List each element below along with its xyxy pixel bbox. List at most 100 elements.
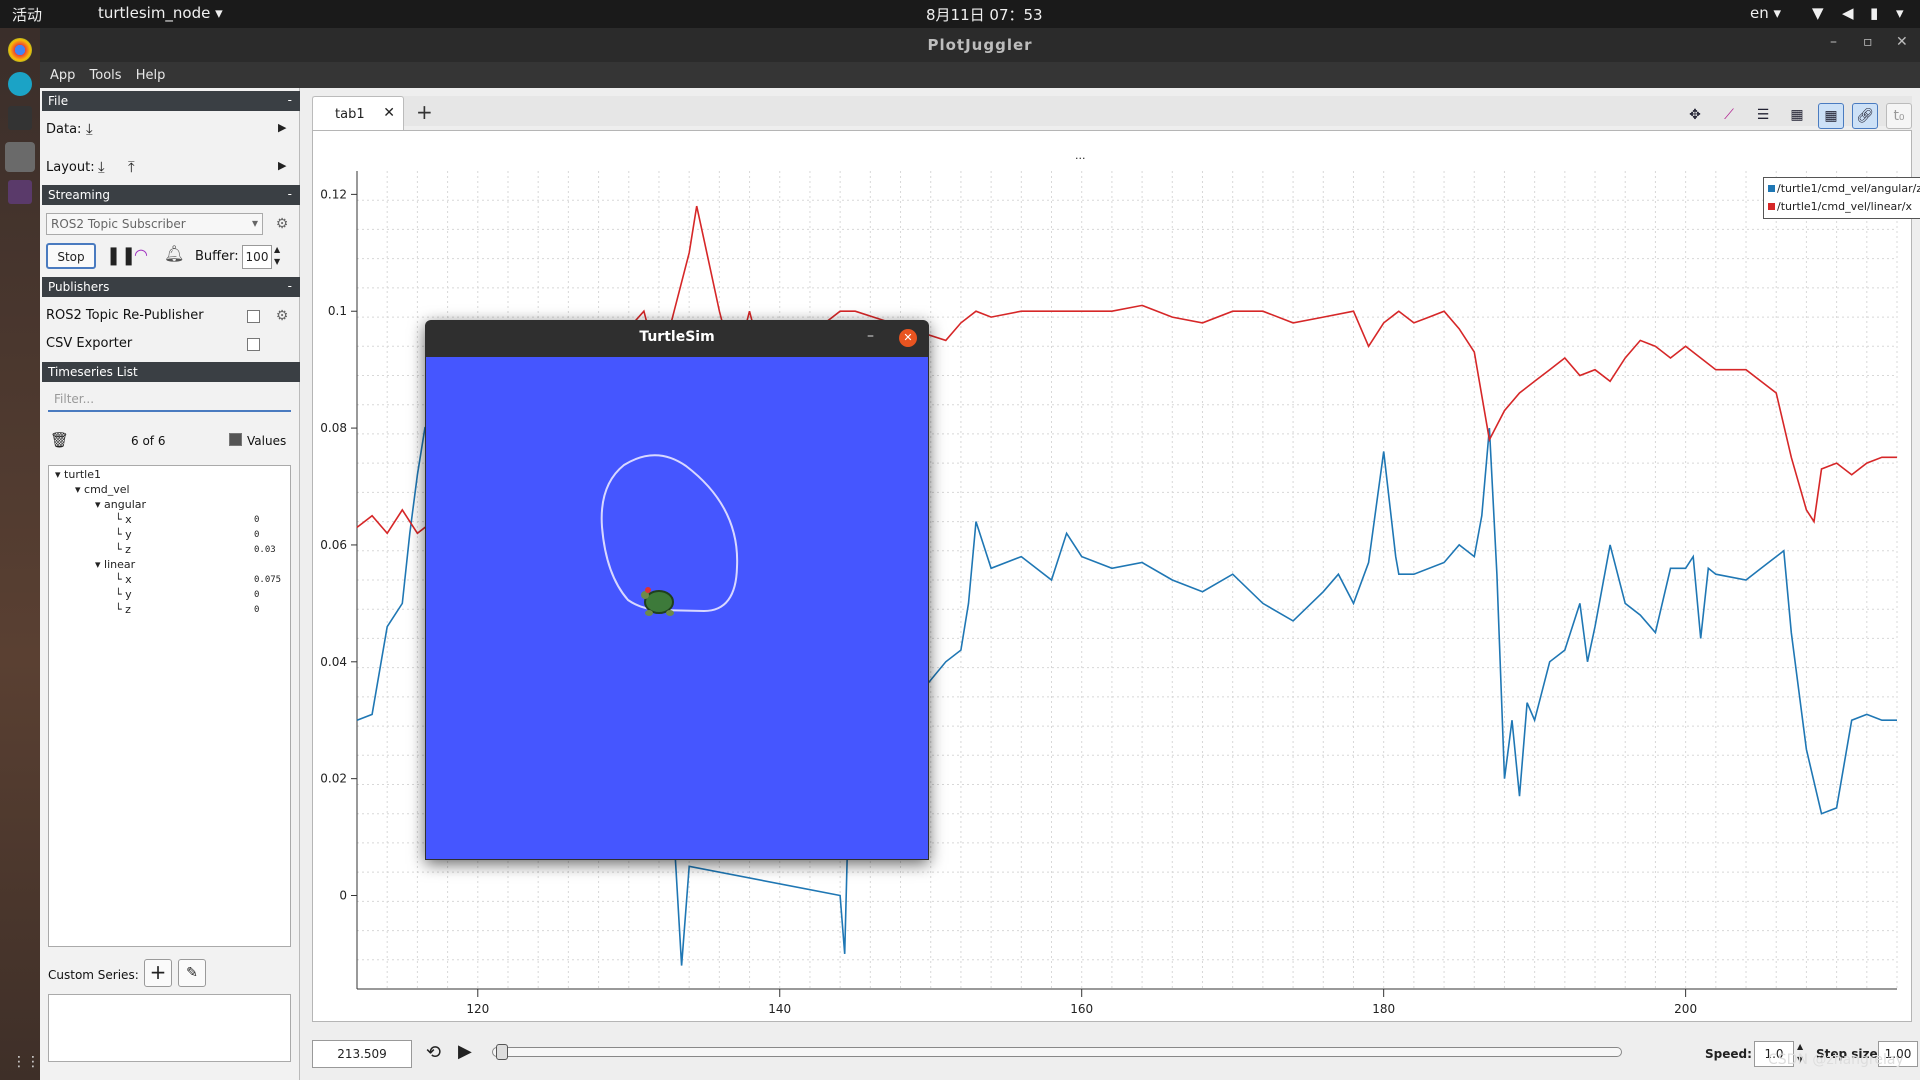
timeseries-section-header[interactable]: Timeseries List bbox=[42, 362, 300, 382]
time-slider-handle[interactable] bbox=[496, 1044, 508, 1060]
time-offset-icon[interactable]: t₀ bbox=[1886, 103, 1912, 129]
load-layout-icon[interactable]: ⤓ bbox=[98, 158, 105, 176]
notification-bell-icon[interactable]: 🔔︎ bbox=[164, 244, 184, 263]
tree-node-angular-x[interactable]: └ x bbox=[115, 513, 132, 526]
legend-list-icon[interactable]: ☰ bbox=[1750, 103, 1776, 129]
x-tick-label: 120 bbox=[466, 1002, 489, 1016]
menu-tools[interactable]: Tools bbox=[90, 68, 122, 83]
collapse-icon[interactable]: - bbox=[288, 93, 292, 107]
current-time-field[interactable]: 213.509 bbox=[312, 1040, 412, 1068]
collapse-icon[interactable]: - bbox=[288, 187, 292, 201]
buffer-input[interactable]: 100 bbox=[242, 245, 272, 269]
timeseries-tree[interactable]: ▾ turtle1 ▾ cmd_vel ▾ angular └ x 0 └ y … bbox=[48, 465, 291, 947]
tree-node-linear-y[interactable]: └ y bbox=[115, 588, 132, 601]
language-indicator[interactable]: en ▾ bbox=[1750, 4, 1781, 22]
publishers-section-header[interactable]: Publishers - bbox=[42, 277, 300, 297]
publisher-ros2-label: ROS2 Topic Re-Publisher bbox=[46, 308, 204, 323]
stream-signal-icon[interactable]: ◠ bbox=[134, 245, 148, 264]
tree-label: x bbox=[125, 513, 132, 526]
close-icon[interactable]: ✕ bbox=[1896, 34, 1908, 50]
legend-item-linear-x[interactable]: /turtle1/cmd_vel/linear/x bbox=[1768, 200, 1912, 213]
y-tick-label: 0.1 bbox=[328, 304, 347, 318]
tab-bar: tab1 ✕ + ✥ ⟋ ☰ ▦ ▦ 🔗︎ t₀ 1:1 bbox=[312, 96, 1912, 130]
layout-expand-arrow-icon[interactable]: ▶ bbox=[278, 159, 286, 172]
timeseries-filter-input[interactable]: Filter... bbox=[48, 388, 291, 412]
collapse-icon[interactable]: - bbox=[288, 279, 292, 293]
xy-plot-icon[interactable]: ⟋ bbox=[1716, 103, 1742, 129]
arduino-icon[interactable] bbox=[8, 72, 32, 96]
tree-node-linear-z[interactable]: └ z bbox=[115, 603, 131, 616]
minimize-icon[interactable]: – bbox=[1830, 34, 1837, 50]
system-menu-chevron-icon[interactable]: ▾ bbox=[1896, 4, 1904, 22]
chevron-down-icon: ▾ bbox=[215, 4, 223, 22]
stop-streaming-button[interactable]: Stop bbox=[46, 243, 96, 269]
move-pan-icon[interactable]: ✥ bbox=[1682, 103, 1708, 129]
pause-icon[interactable]: ❚❚ bbox=[106, 245, 136, 266]
plot-dots: ... bbox=[1075, 149, 1086, 162]
speed-label: Speed: bbox=[1705, 1047, 1752, 1061]
turtle-trail bbox=[600, 454, 739, 616]
save-layout-icon[interactable]: ⤒ bbox=[128, 158, 135, 176]
tree-node-angular-y[interactable]: └ y bbox=[115, 528, 132, 541]
maximize-icon[interactable]: ▫ bbox=[1863, 34, 1873, 50]
grid-toggle-icon[interactable]: ▦ bbox=[1818, 103, 1844, 129]
time-slider[interactable] bbox=[492, 1047, 1622, 1057]
tree-value: 0 bbox=[254, 590, 260, 600]
plot-legend[interactable]: /turtle1/cmd_vel/angular/z /turtle1/cmd_… bbox=[1763, 177, 1920, 219]
clock[interactable]: 8月11日 07：53 bbox=[926, 4, 1043, 25]
volume-icon[interactable]: ◀ bbox=[1842, 4, 1854, 22]
edit-custom-series-pencil-icon[interactable]: ✎ bbox=[178, 959, 206, 987]
streaming-settings-gear-icon[interactable]: ⚙ bbox=[274, 216, 290, 232]
app-menu[interactable]: turtlesim_node ▾ bbox=[98, 4, 223, 22]
publisher-settings-gear-icon[interactable]: ⚙ bbox=[274, 308, 290, 324]
tree-node-linear[interactable]: ▾ linear bbox=[95, 558, 135, 571]
delete-trash-icon[interactable]: 🗑︎ bbox=[50, 431, 69, 449]
streaming-source-value: ROS2 Topic Subscriber bbox=[51, 217, 186, 231]
tree-node-angular[interactable]: ▾ angular bbox=[95, 498, 146, 511]
calendar-clock-icon[interactable]: ▦ bbox=[1784, 103, 1810, 129]
tree-value: 0.03 bbox=[254, 545, 276, 555]
turtlesim-minimize-icon[interactable]: – bbox=[867, 328, 874, 344]
load-data-icon[interactable]: ⤓ bbox=[86, 120, 93, 138]
turtlesim-window[interactable]: TurtleSim – ✕ bbox=[425, 320, 929, 860]
loop-icon[interactable]: ⟲ bbox=[426, 1042, 441, 1063]
data-expand-arrow-icon[interactable]: ▶ bbox=[278, 121, 286, 134]
publisher-ros2-checkbox[interactable] bbox=[247, 310, 260, 323]
show-apps-icon[interactable]: ⋮⋮ bbox=[12, 1054, 40, 1070]
wifi-icon[interactable]: ▼ bbox=[1812, 4, 1824, 22]
file-section-header[interactable]: File - bbox=[42, 91, 300, 111]
battery-icon[interactable]: ▮ bbox=[1870, 4, 1878, 22]
buffer-spinner[interactable]: ▲ ▼ bbox=[274, 244, 280, 268]
menu-help[interactable]: Help bbox=[136, 68, 166, 83]
tab-tab1[interactable]: tab1 ✕ bbox=[312, 96, 404, 130]
tree-node-angular-z[interactable]: └ z bbox=[115, 543, 131, 556]
tab-close-icon[interactable]: ✕ bbox=[383, 105, 395, 121]
streaming-source-select[interactable]: ROS2 Topic Subscriber ▾ bbox=[46, 213, 263, 235]
tree-value: 0 bbox=[254, 605, 260, 615]
terminal-icon[interactable] bbox=[8, 106, 32, 130]
tree-node-turtle1[interactable]: ▾ turtle1 bbox=[55, 468, 101, 481]
custom-series-list[interactable] bbox=[48, 994, 291, 1062]
link-axes-icon[interactable]: 🔗︎ bbox=[1852, 103, 1878, 129]
legend-item-angular-z[interactable]: /turtle1/cmd_vel/angular/z bbox=[1768, 182, 1920, 195]
menu-app[interactable]: App bbox=[50, 68, 75, 83]
tree-node-linear-x[interactable]: └ x bbox=[115, 573, 132, 586]
tree-node-cmd-vel[interactable]: ▾ cmd_vel bbox=[75, 483, 130, 496]
publisher-csv-checkbox[interactable] bbox=[247, 338, 260, 351]
add-custom-series-button[interactable]: + bbox=[144, 959, 172, 987]
layout-label: Layout: bbox=[46, 160, 95, 175]
add-tab-button[interactable]: + bbox=[416, 100, 433, 124]
y-tick-label: 0.04 bbox=[320, 655, 347, 669]
tree-label: cmd_vel bbox=[84, 483, 130, 496]
custom-series-label: Custom Series: bbox=[48, 968, 139, 982]
turtlesim-close-icon[interactable]: ✕ bbox=[899, 329, 917, 347]
play-icon[interactable]: ▶ bbox=[458, 1041, 472, 1062]
streaming-section-header[interactable]: Streaming - bbox=[42, 185, 300, 205]
active-app-icon[interactable] bbox=[5, 142, 35, 172]
chrome-icon[interactable] bbox=[8, 38, 32, 62]
values-checkbox[interactable] bbox=[229, 433, 242, 446]
activities-button[interactable]: 活动 bbox=[12, 4, 42, 25]
app-icon[interactable] bbox=[8, 180, 32, 204]
y-tick-label: 0.08 bbox=[320, 421, 347, 435]
x-tick-label: 140 bbox=[768, 1002, 791, 1016]
